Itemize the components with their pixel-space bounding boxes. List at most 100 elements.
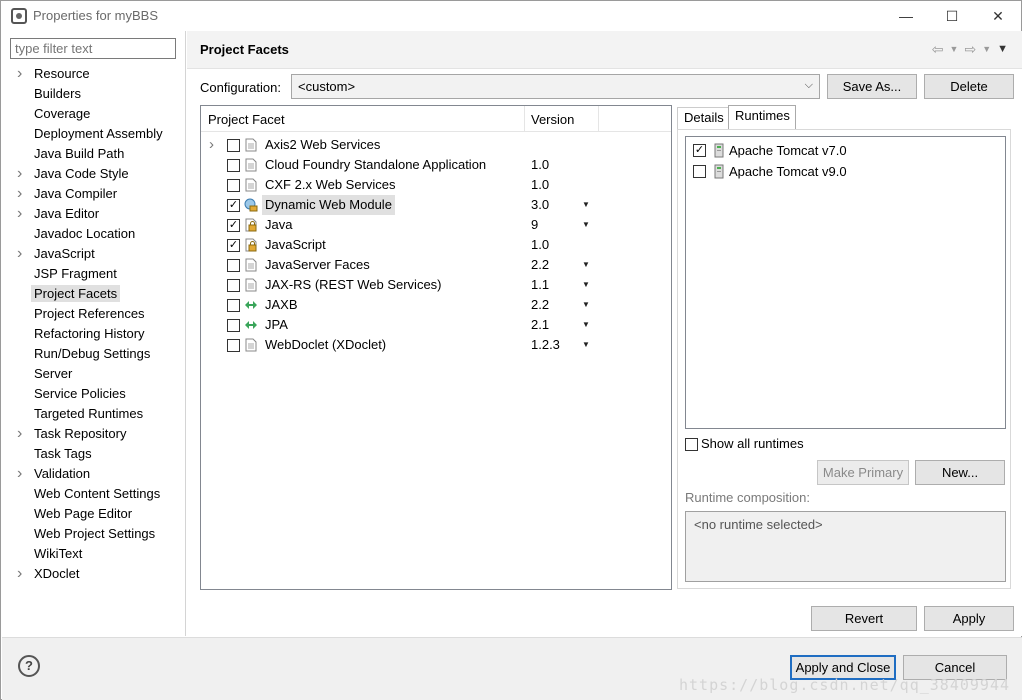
facet-version[interactable]: 9 [531, 215, 538, 235]
facet-row[interactable]: JAX-RS (REST Web Services) 1.1 ▼ [201, 275, 671, 295]
facet-checkbox[interactable]: ✓ [227, 199, 240, 212]
sidebar-item-web-page-editor[interactable]: Web Page Editor [2, 504, 186, 524]
facet-row[interactable]: Cloud Foundry Standalone Application 1.0 [201, 155, 671, 175]
sidebar-item-service-policies[interactable]: Service Policies [2, 384, 186, 404]
revert-button[interactable]: Revert [811, 606, 917, 631]
sidebar-item-javadoc-location[interactable]: Javadoc Location [2, 224, 186, 244]
chevron-right-icon[interactable]: › [17, 244, 22, 264]
sidebar-item-resource[interactable]: › Resource [2, 64, 186, 84]
facet-row[interactable]: WebDoclet (XDoclet) 1.2.3 ▼ [201, 335, 671, 355]
sidebar-item-javascript[interactable]: › JavaScript [2, 244, 186, 264]
chevron-right-icon[interactable]: › [17, 464, 22, 484]
sidebar-item-deployment-assembly[interactable]: Deployment Assembly [2, 124, 186, 144]
sidebar-item-xdoclet[interactable]: › XDoclet [2, 564, 186, 584]
facet-row[interactable]: JavaServer Faces 2.2 ▼ [201, 255, 671, 275]
facet-row[interactable]: › Axis2 Web Services [201, 135, 671, 155]
sidebar-item-web-project-settings[interactable]: Web Project Settings [2, 524, 186, 544]
sidebar-item-coverage[interactable]: Coverage [2, 104, 186, 124]
apply-button[interactable]: Apply [924, 606, 1014, 631]
save-as-button[interactable]: Save As... [827, 74, 917, 99]
facet-checkbox[interactable] [227, 299, 240, 312]
runtime-row[interactable]: Apache Tomcat v9.0 [686, 161, 1005, 182]
tab-runtimes[interactable]: Runtimes [728, 105, 796, 130]
chevron-right-icon[interactable]: › [209, 135, 214, 155]
runtime-composition-label: Runtime composition: [685, 490, 810, 505]
close-button[interactable]: ✕ [975, 1, 1021, 31]
facet-row[interactable]: ✓ Dynamic Web Module 3.0 ▼ [201, 195, 671, 215]
forward-menu-icon[interactable]: ▼ [982, 41, 991, 58]
back-menu-icon[interactable]: ▼ [950, 41, 959, 58]
chevron-right-icon[interactable]: › [17, 184, 22, 204]
version-dropdown-icon[interactable]: ▼ [582, 335, 590, 355]
sidebar-item-task-repository[interactable]: › Task Repository [2, 424, 186, 444]
column-version[interactable]: Version [531, 112, 574, 127]
sidebar-item-run-debug-settings[interactable]: Run/Debug Settings [2, 344, 186, 364]
facet-checkbox[interactable] [227, 319, 240, 332]
facet-version[interactable]: 1.2.3 [531, 335, 560, 355]
chevron-right-icon[interactable]: › [17, 64, 22, 84]
column-project-facet[interactable]: Project Facet [208, 112, 285, 127]
sidebar-item-refactoring-history[interactable]: Refactoring History [2, 324, 186, 344]
version-dropdown-icon[interactable]: ▼ [582, 195, 590, 215]
help-icon[interactable]: ? [18, 655, 40, 677]
sidebar-item-java-code-style[interactable]: › Java Code Style [2, 164, 186, 184]
chevron-right-icon[interactable]: › [17, 564, 22, 584]
sidebar-item-java-editor[interactable]: › Java Editor [2, 204, 186, 224]
configuration-select[interactable]: <custom> ⌵ [291, 74, 820, 99]
version-dropdown-icon[interactable]: ▼ [582, 295, 590, 315]
runtime-row[interactable]: ✓ Apache Tomcat v7.0 [686, 140, 1005, 161]
facet-row[interactable]: CXF 2.x Web Services 1.0 [201, 175, 671, 195]
version-dropdown-icon[interactable]: ▼ [582, 255, 590, 275]
chevron-right-icon[interactable]: › [17, 204, 22, 224]
sidebar-item-label: Validation [34, 466, 91, 481]
new-runtime-button[interactable]: New... [915, 460, 1005, 485]
facet-row[interactable]: ✓ Java 9 ▼ [201, 215, 671, 235]
facet-checkbox[interactable] [227, 139, 240, 152]
sidebar-item-targeted-runtimes[interactable]: Targeted Runtimes [2, 404, 186, 424]
sidebar-item-builders[interactable]: Builders [2, 84, 186, 104]
maximize-button[interactable]: ☐ [929, 1, 975, 31]
sidebar-item-web-content-settings[interactable]: Web Content Settings [2, 484, 186, 504]
facet-checkbox[interactable] [227, 179, 240, 192]
chevron-right-icon[interactable]: › [17, 164, 22, 184]
facet-checkbox[interactable]: ✓ [227, 239, 240, 252]
filter-input[interactable] [10, 38, 176, 59]
sidebar-item-task-tags[interactable]: Task Tags [2, 444, 186, 464]
version-dropdown-icon[interactable]: ▼ [582, 215, 590, 235]
sidebar-item-java-compiler[interactable]: › Java Compiler [2, 184, 186, 204]
facet-version[interactable]: 2.1 [531, 315, 549, 335]
sidebar-item-wikitext[interactable]: WikiText [2, 544, 186, 564]
facet-version[interactable]: 3.0 [531, 195, 549, 215]
sidebar-item-server[interactable]: Server [2, 364, 186, 384]
facet-version[interactable]: 2.2 [531, 255, 549, 275]
facet-row[interactable]: ✓ JavaScript 1.0 [201, 235, 671, 255]
sidebar-item-validation[interactable]: › Validation [2, 464, 186, 484]
chevron-right-icon[interactable]: › [17, 424, 22, 444]
minimize-button[interactable]: — [883, 1, 929, 31]
facet-name: Axis2 Web Services [265, 137, 381, 152]
back-arrow-icon[interactable]: ⇦ [932, 41, 944, 58]
facet-row[interactable]: JPA 2.1 ▼ [201, 315, 671, 335]
sidebar-item-project-references[interactable]: Project References [2, 304, 186, 324]
facet-checkbox[interactable] [227, 279, 240, 292]
view-menu-icon[interactable]: ▼ [997, 41, 1008, 58]
facet-row[interactable]: JAXB 2.2 ▼ [201, 295, 671, 315]
tab-details[interactable]: Details [677, 107, 729, 129]
facet-checkbox[interactable]: ✓ [227, 219, 240, 232]
version-dropdown-icon[interactable]: ▼ [582, 315, 590, 335]
make-primary-button[interactable]: Make Primary [817, 460, 909, 485]
runtime-checkbox[interactable]: ✓ [693, 144, 706, 157]
facet-version[interactable]: 1.1 [531, 275, 549, 295]
facet-checkbox[interactable] [227, 259, 240, 272]
facet-checkbox[interactable] [227, 339, 240, 352]
facet-version[interactable]: 2.2 [531, 295, 549, 315]
facet-checkbox[interactable] [227, 159, 240, 172]
sidebar-item-jsp-fragment[interactable]: JSP Fragment [2, 264, 186, 284]
show-all-checkbox[interactable] [685, 438, 698, 451]
sidebar-item-project-facets[interactable]: Project Facets [2, 284, 186, 304]
delete-button[interactable]: Delete [924, 74, 1014, 99]
forward-arrow-icon[interactable]: ⇨ [964, 41, 976, 58]
sidebar-item-java-build-path[interactable]: Java Build Path [2, 144, 186, 164]
version-dropdown-icon[interactable]: ▼ [582, 275, 590, 295]
runtime-checkbox[interactable] [693, 165, 706, 178]
